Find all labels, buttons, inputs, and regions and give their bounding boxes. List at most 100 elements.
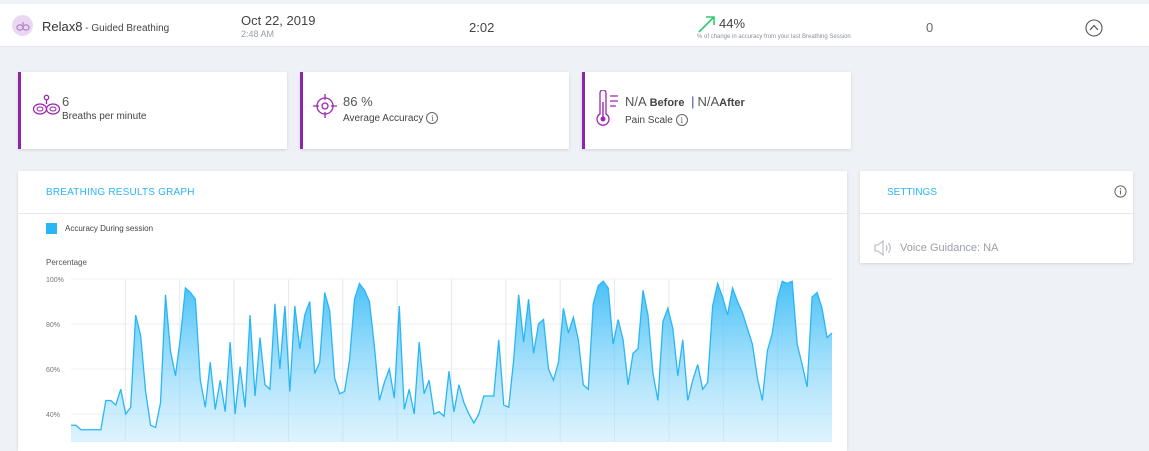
accuracy-data-point[interactable] [259, 336, 262, 339]
accuracy-data-point[interactable] [358, 282, 361, 285]
accuracy-data-point[interactable] [592, 302, 595, 305]
accuracy-data-point[interactable] [826, 336, 829, 339]
accuracy-data-point[interactable] [452, 410, 455, 413]
accuracy-data-point[interactable] [587, 388, 590, 391]
accuracy-data-point[interactable] [124, 413, 127, 416]
accuracy-data-point[interactable] [681, 338, 684, 341]
accuracy-data-point[interactable] [646, 314, 649, 317]
accuracy-data-point[interactable] [656, 399, 659, 402]
accuracy-data-point[interactable] [303, 314, 306, 317]
accuracy-data-point[interactable] [781, 280, 784, 283]
accuracy-data-point[interactable] [572, 316, 575, 319]
accuracy-data-point[interactable] [696, 363, 699, 366]
accuracy-data-point[interactable] [199, 379, 202, 382]
accuracy-data-point[interactable] [388, 368, 391, 371]
accuracy-data-point[interactable] [353, 298, 356, 301]
accuracy-data-point[interactable] [363, 289, 366, 292]
accuracy-data-point[interactable] [428, 379, 431, 382]
accuracy-data-point[interactable] [602, 280, 605, 283]
accuracy-data-point[interactable] [637, 347, 640, 350]
accuracy-data-point[interactable] [288, 390, 291, 393]
accuracy-data-point[interactable] [249, 314, 252, 317]
accuracy-data-point[interactable] [547, 368, 550, 371]
accuracy-data-point[interactable] [418, 341, 421, 344]
accuracy-data-point[interactable] [229, 341, 232, 344]
accuracy-data-point[interactable] [99, 428, 102, 431]
accuracy-data-point[interactable] [204, 406, 207, 409]
accuracy-data-point[interactable] [328, 309, 331, 312]
accuracy-data-point[interactable] [413, 413, 416, 416]
accuracy-data-point[interactable] [348, 359, 351, 362]
accuracy-data-point[interactable] [736, 300, 739, 303]
accuracy-data-point[interactable] [756, 377, 759, 380]
accuracy-data-point[interactable] [323, 291, 326, 294]
accuracy-data-point[interactable] [632, 352, 635, 355]
accuracy-data-point[interactable] [522, 341, 525, 344]
accuracy-data-point[interactable] [746, 327, 749, 330]
accuracy-data-point[interactable] [70, 424, 73, 427]
accuracy-data-point[interactable] [766, 350, 769, 353]
accuracy-data-point[interactable] [94, 428, 97, 431]
accuracy-data-point[interactable] [79, 428, 82, 431]
accuracy-data-point[interactable] [651, 372, 654, 375]
accuracy-data-point[interactable] [89, 428, 92, 431]
accuracy-data-point[interactable] [283, 305, 286, 308]
accuracy-data-point[interactable] [796, 343, 799, 346]
accuracy-data-point[interactable] [622, 338, 625, 341]
accuracy-data-point[interactable] [472, 422, 475, 425]
accuracy-data-point[interactable] [806, 386, 809, 389]
accuracy-data-point[interactable] [139, 334, 142, 337]
accuracy-data-point[interactable] [433, 413, 436, 416]
accuracy-data-point[interactable] [308, 300, 311, 303]
accuracy-data-point[interactable] [278, 368, 281, 371]
accuracy-data-point[interactable] [84, 428, 87, 431]
accuracy-data-point[interactable] [224, 410, 227, 413]
accuracy-data-point[interactable] [527, 298, 530, 301]
accuracy-data-point[interactable] [184, 287, 187, 290]
accuracy-data-point[interactable] [617, 318, 620, 321]
accuracy-data-point[interactable] [507, 406, 510, 409]
accuracy-data-point[interactable] [821, 307, 824, 310]
accuracy-data-point[interactable] [686, 399, 689, 402]
accuracy-data-point[interactable] [671, 327, 674, 330]
accuracy-area-chart[interactable]: 100% 80% 60% 40% [42, 267, 842, 442]
accuracy-data-point[interactable] [144, 390, 147, 393]
accuracy-data-point[interactable] [169, 350, 172, 353]
accuracy-data-point[interactable] [641, 289, 644, 292]
accuracy-data-point[interactable] [443, 415, 446, 418]
accuracy-data-point[interactable] [607, 287, 610, 290]
accuracy-data-point[interactable] [318, 361, 321, 364]
accuracy-data-point[interactable] [457, 383, 460, 386]
accuracy-data-point[interactable] [711, 305, 714, 308]
accuracy-data-point[interactable] [154, 426, 157, 429]
accuracy-data-point[interactable] [666, 307, 669, 310]
accuracy-data-point[interactable] [816, 291, 819, 294]
accuracy-data-point[interactable] [567, 332, 570, 335]
accuracy-data-point[interactable] [74, 424, 77, 427]
accuracy-data-point[interactable] [487, 395, 490, 398]
accuracy-data-point[interactable] [582, 383, 585, 386]
accuracy-data-point[interactable] [423, 392, 426, 395]
accuracy-data-point[interactable] [194, 298, 197, 301]
accuracy-data-point[interactable] [408, 388, 411, 391]
accuracy-data-point[interactable] [731, 287, 734, 290]
accuracy-data-point[interactable] [119, 388, 122, 391]
accuracy-data-point[interactable] [751, 343, 754, 346]
accuracy-data-point[interactable] [691, 379, 694, 382]
accuracy-data-point[interactable] [776, 298, 779, 301]
accuracy-data-point[interactable] [393, 397, 396, 400]
accuracy-data-point[interactable] [273, 302, 276, 305]
accuracy-data-point[interactable] [114, 404, 117, 407]
accuracy-data-point[interactable] [701, 388, 704, 391]
accuracy-data-point[interactable] [438, 410, 441, 413]
accuracy-data-point[interactable] [771, 332, 774, 335]
accuracy-data-point[interactable] [378, 399, 381, 402]
accuracy-data-point[interactable] [234, 413, 237, 416]
accuracy-data-point[interactable] [189, 291, 192, 294]
accuracy-data-point[interactable] [383, 381, 386, 384]
accuracy-data-point[interactable] [209, 361, 212, 364]
accuracy-data-point[interactable] [477, 413, 480, 416]
accuracy-data-point[interactable] [791, 280, 794, 283]
session-header-row[interactable]: Relax8 - Guided Breathing Oct 22, 2019 2… [0, 4, 1149, 47]
accuracy-data-point[interactable] [239, 365, 242, 368]
